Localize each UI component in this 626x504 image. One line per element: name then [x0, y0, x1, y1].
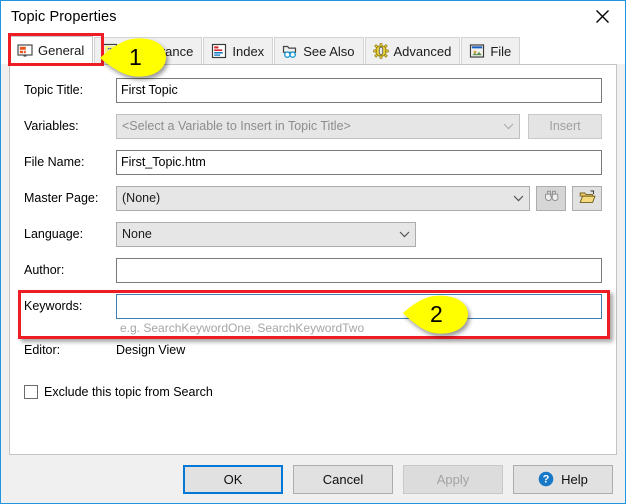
tab-see-also[interactable]: See Also: [274, 37, 364, 64]
insert-variable-button[interactable]: Insert: [528, 113, 602, 139]
language-label: Language:: [24, 227, 84, 241]
question-box-icon: ?: [102, 43, 118, 59]
gear-icon: [372, 43, 389, 59]
help-button-label: Help: [561, 471, 588, 487]
dialog-button-bar: OK Cancel Apply ? Help: [1, 455, 625, 503]
title-bar: Topic Properties: [1, 1, 625, 32]
master-page-open-button[interactable]: [572, 185, 602, 211]
chevron-down-icon: [507, 195, 529, 202]
close-icon: [595, 9, 610, 24]
tab-advanced[interactable]: Advanced: [364, 37, 461, 64]
tab-appearance[interactable]: ? Appearance: [94, 37, 203, 64]
help-circle-icon: ?: [538, 471, 554, 487]
monitor-icon: [17, 43, 33, 59]
file-name-input[interactable]: [116, 149, 602, 175]
row-author: Author:: [24, 257, 602, 283]
tab-file[interactable]: File: [461, 37, 521, 64]
tab-index-label: Index: [232, 43, 265, 59]
topic-title-label: Topic Title:: [24, 83, 84, 97]
binoculars-folder-icon: [282, 43, 298, 59]
variables-label: Variables:: [24, 119, 79, 133]
row-exclude-from-search: Exclude this topic from Search: [24, 385, 602, 399]
master-page-select[interactable]: (None): [116, 185, 530, 211]
row-master-page: Master Page: (None): [24, 185, 602, 211]
row-keywords: Keywords:: [24, 293, 602, 319]
exclude-from-search-checkbox[interactable]: [24, 385, 38, 399]
tab-general[interactable]: General: [9, 36, 94, 64]
binoculars-icon: [543, 190, 560, 206]
tab-file-label: File: [490, 43, 512, 59]
editor-label: Editor:: [24, 343, 61, 357]
tab-advanced-label: Advanced: [393, 43, 452, 59]
tab-general-label: General: [38, 43, 85, 58]
keywords-hint: e.g. SearchKeywordOne, SearchKeywordTwo: [120, 321, 365, 335]
file-name-label: File Name:: [24, 155, 85, 169]
language-select-value: None: [122, 227, 152, 241]
insert-variable-label: Insert: [549, 119, 581, 133]
row-variables: Variables: <Select a Variable to Insert …: [24, 113, 602, 139]
open-folder-icon: [579, 190, 596, 207]
tab-appearance-label: Appearance: [123, 43, 194, 59]
chevron-down-icon: [393, 231, 415, 238]
row-language: Language: None: [24, 221, 602, 247]
chevron-down-icon: [497, 123, 519, 130]
close-button[interactable]: [580, 1, 625, 31]
master-page-label: Master Page:: [24, 191, 99, 205]
editor-value: Design View: [116, 343, 186, 357]
row-file-name: File Name:: [24, 149, 602, 175]
keywords-input[interactable]: [116, 293, 602, 319]
row-topic-title: Topic Title:: [24, 77, 602, 103]
variables-select[interactable]: <Select a Variable to Insert in Topic Ti…: [116, 113, 520, 139]
master-page-browse-button[interactable]: [536, 185, 566, 211]
author-input[interactable]: [116, 257, 602, 283]
language-select[interactable]: None: [116, 221, 416, 247]
cancel-button-label: Cancel: [322, 471, 364, 487]
help-button[interactable]: ? Help: [513, 464, 613, 494]
author-label: Author:: [24, 263, 65, 277]
index-list-icon: [211, 43, 227, 59]
apply-button: Apply: [403, 464, 503, 494]
tab-strip: General ? Appearance Index See Also Adva…: [1, 32, 625, 64]
tab-index[interactable]: Index: [203, 37, 274, 64]
variables-select-value: <Select a Variable to Insert in Topic Ti…: [122, 119, 351, 133]
window-title: Topic Properties: [11, 8, 117, 25]
topic-properties-dialog: Topic Properties General ? Appearance In…: [0, 0, 626, 504]
apply-button-label: Apply: [436, 471, 470, 487]
svg-text:?: ?: [108, 46, 114, 58]
ok-button[interactable]: OK: [183, 464, 283, 494]
keywords-label: Keywords:: [24, 299, 83, 313]
row-editor: Editor: Design View: [24, 339, 602, 361]
tab-see-also-label: See Also: [303, 43, 355, 59]
exclude-from-search-label: Exclude this topic from Search: [44, 385, 213, 399]
general-tab-panel: Topic Title: Variables: <Select a Variab…: [9, 64, 617, 455]
ok-button-label: OK: [223, 471, 243, 487]
file-window-icon: [469, 43, 485, 59]
topic-title-input[interactable]: [116, 77, 602, 103]
master-page-select-value: (None): [122, 191, 161, 205]
svg-text:?: ?: [543, 474, 550, 486]
cancel-button[interactable]: Cancel: [293, 464, 393, 494]
